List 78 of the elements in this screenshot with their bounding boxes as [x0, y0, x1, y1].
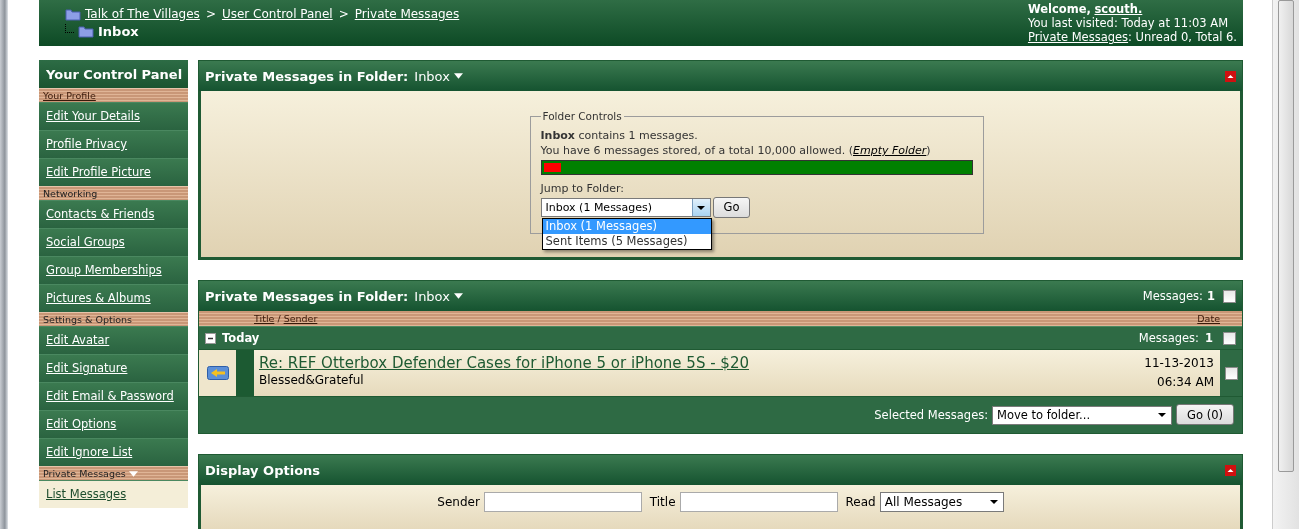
sidebar-item[interactable]: Profile Privacy — [39, 130, 188, 158]
sidebar-item[interactable]: Group Memberships — [39, 256, 188, 284]
scrollbar-thumb[interactable] — [1278, 0, 1295, 472]
panel-title: Display Options — [205, 462, 321, 478]
jump-label: Jump to Folder: — [540, 181, 625, 196]
group-checkbox[interactable] — [1223, 331, 1236, 345]
read-filter-select[interactable]: All Messages — [879, 492, 1004, 512]
sidebar-item[interactable]: Social Groups — [39, 228, 188, 256]
last-visited-text: You last visited: Today at 11:03 AM — [1027, 16, 1230, 30]
folder-icon — [65, 6, 81, 21]
folder-summary: Inbox contains 1 messages. — [540, 128, 699, 143]
message-date: 11-13-2013 — [1144, 355, 1214, 372]
move-to-folder-select[interactable]: Move to folder... — [992, 405, 1173, 425]
dropdown-option[interactable]: Sent Items (5 Messages) — [542, 234, 711, 249]
message-summary: : Unread 0, Total 6. — [1128, 30, 1237, 44]
select-all-checkbox[interactable] — [1223, 289, 1236, 303]
group-title: Today — [222, 331, 260, 345]
folder-menu[interactable]: Inbox — [414, 288, 450, 304]
collapse-toggle-icon[interactable] — [205, 332, 216, 344]
folder-menu[interactable]: Inbox — [414, 68, 450, 84]
sidebar-item[interactable]: List Messages — [39, 480, 188, 508]
sidebar-item[interactable]: Edit Ignore List — [39, 438, 188, 466]
empty-folder-link[interactable]: Empty Folder — [853, 144, 927, 157]
caret-icon[interactable] — [453, 73, 463, 79]
caret-icon[interactable] — [453, 293, 463, 299]
sidebar-item[interactable]: Pictures & Albums — [39, 284, 188, 312]
filter-label: Title — [649, 494, 676, 511]
filter-input[interactable] — [679, 492, 838, 512]
section-heading-text[interactable]: Your Profile — [43, 90, 96, 101]
section-heading-text: Networking — [43, 188, 98, 199]
go-button[interactable]: Go (0) — [1176, 404, 1234, 425]
folder-select[interactable]: Inbox (1 Messages) — [540, 198, 711, 217]
collapse-icon[interactable] — [1225, 464, 1236, 476]
storage-text-end: ) — [926, 144, 931, 157]
username-link[interactable]: scouth. — [1094, 2, 1143, 16]
panel-title: Private Messages in Folder: — [205, 68, 409, 84]
breadcrumb-separator: > — [205, 6, 216, 21]
sidebar-title: Your Control Panel — [39, 60, 188, 88]
folder-icon — [78, 24, 94, 38]
welcome-label: Welcome, — [1027, 2, 1091, 16]
breadcrumb-link[interactable]: User Control Panel — [221, 6, 333, 21]
sidebar-item[interactable]: Edit Avatar — [39, 326, 188, 354]
breadcrumb-link[interactable]: Talk of The Villages — [85, 6, 200, 21]
group-count-label: Messages: — [1138, 331, 1199, 345]
group-legend: Folder Controls — [540, 109, 624, 124]
sidebar-item[interactable]: Edit Signature — [39, 354, 188, 382]
sidebar-item[interactable]: Edit Your Details — [39, 102, 188, 130]
breadcrumb-link[interactable]: Private Messages — [354, 6, 460, 21]
group-count: 1 — [1205, 331, 1213, 345]
dropdown-arrow-icon — [989, 500, 998, 504]
date-column-link[interactable]: Date — [1197, 313, 1220, 324]
sidebar-item[interactable]: Edit Options — [39, 410, 188, 438]
sidebar-item[interactable]: Edit Email & Password — [39, 382, 188, 410]
message-count: 1 — [1207, 289, 1215, 303]
selected-messages-label: Selected Messages: — [874, 408, 989, 422]
collapse-icon[interactable] — [1225, 70, 1236, 82]
column-separator: / — [277, 313, 281, 324]
message-title-link[interactable]: Re: REF Otterbox Defender Cases for iPhone 5 or iPhone 5S - $20 — [259, 354, 749, 372]
storage-text: You have 6 messages stored, of a total 10,000 allowed. ( — [540, 144, 853, 157]
title-column-link[interactable]: Title — [254, 313, 275, 324]
sender-column-link[interactable]: Sender — [283, 313, 318, 324]
filter-input[interactable] — [483, 492, 642, 512]
go-button[interactable]: Go — [712, 197, 751, 218]
message-time: 06:34 AM — [1156, 374, 1214, 391]
breadcrumb-separator: > — [338, 6, 349, 21]
dropdown-arrow-icon — [1158, 413, 1167, 417]
sidebar-item[interactable]: Contacts & Friends — [39, 200, 188, 228]
section-heading-text: Private Messages — [43, 468, 126, 479]
dropdown-arrow-icon — [697, 205, 705, 210]
message-count-label: Messages: — [1142, 289, 1203, 303]
message-sender: Blessed&Grateful — [259, 373, 365, 387]
filter-label: Sender — [437, 494, 480, 511]
panel-title: Private Messages in Folder: — [205, 288, 409, 304]
message-checkbox[interactable] — [1224, 366, 1238, 380]
section-heading-text: Settings & Options — [43, 314, 133, 325]
sidebar-item[interactable]: Edit Profile Picture — [39, 158, 188, 186]
current-page-title: Inbox — [98, 23, 139, 39]
filter-label: Read — [845, 494, 876, 511]
